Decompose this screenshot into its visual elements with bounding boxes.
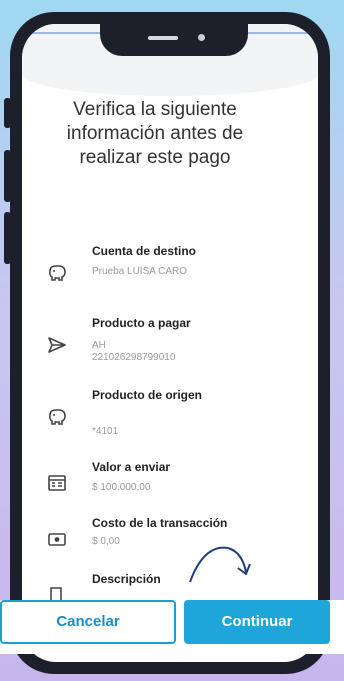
item-label: Cuenta de destino <box>92 244 197 258</box>
curved-arrow-icon <box>189 546 251 583</box>
money-icon <box>46 528 68 550</box>
piggy-bank-icon <box>46 406 68 428</box>
item-value-account-number: 221026298799010 <box>92 352 176 363</box>
item-label: Descripción <box>92 572 161 586</box>
list-item-valor-enviar: Valor a enviar $ 100.000,00 <box>46 460 276 504</box>
cancel-button[interactable]: Cancelar <box>0 600 176 644</box>
item-label: Producto a pagar <box>92 316 191 330</box>
page-title: Verifica la siguiente información antes … <box>30 98 280 170</box>
item-value: AH <box>92 340 106 351</box>
send-icon <box>46 334 68 356</box>
page-title-line-2: información antes de <box>66 123 244 144</box>
item-value: $ 0,00 <box>92 536 120 547</box>
mute-switch <box>4 98 11 128</box>
volume-up-button <box>4 150 11 202</box>
speaker <box>148 36 178 40</box>
item-value: $ 100.000,00 <box>92 482 151 493</box>
list-item-producto-pagar: Producto a pagar AH 221026298799010 <box>46 316 276 372</box>
camera <box>198 34 205 41</box>
item-label: Valor a enviar <box>92 460 171 474</box>
piggy-bank-icon <box>46 262 68 284</box>
volume-down-button <box>4 212 11 264</box>
item-label: Costo de la transacción <box>92 516 228 530</box>
list-item-cuenta-destino: Cuenta de destino Prueba LUISA CARO <box>46 244 276 294</box>
page-title-line-3: realizar este pago <box>79 147 231 168</box>
notch <box>100 24 248 56</box>
item-label: Producto de origen <box>92 388 203 402</box>
continue-button[interactable]: Continuar <box>184 600 330 644</box>
item-value: *4101 <box>92 426 119 437</box>
receipt-icon <box>46 472 68 494</box>
list-item-producto-origen: Producto de origen *4101 <box>46 388 276 444</box>
page-title-line-1: Verifica la siguiente <box>73 99 237 120</box>
item-value: Prueba LUISA CARO <box>92 266 188 277</box>
